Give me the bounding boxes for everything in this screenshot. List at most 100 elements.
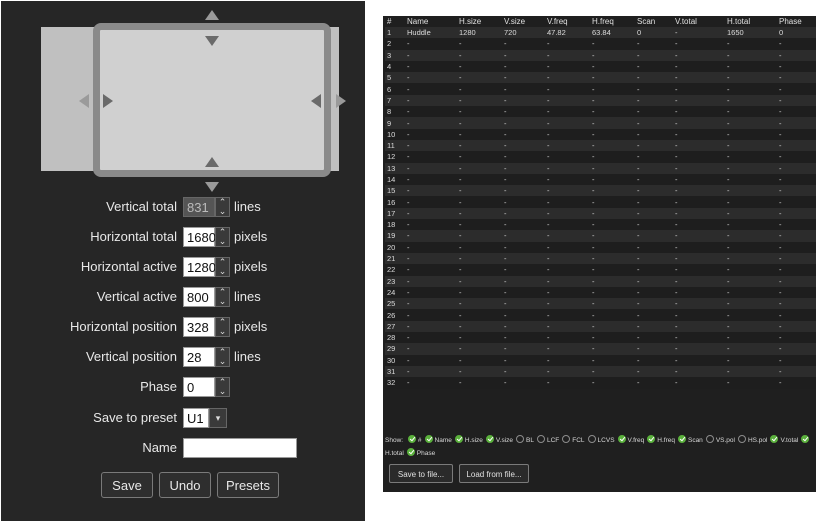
move-down-inner-arrow-icon[interactable]	[205, 36, 219, 46]
move-left-inner-arrow-icon[interactable]	[311, 94, 321, 108]
move-right-inner-arrow-icon[interactable]	[103, 94, 113, 108]
column-header[interactable]: Phase	[777, 16, 816, 27]
checkbox-icon[interactable]	[770, 435, 779, 444]
table-row[interactable]: 5 - - - - - - - - -	[385, 72, 816, 84]
table-row[interactable]: 32 - - - - - - - - -	[385, 377, 816, 389]
table-cell: -	[459, 242, 462, 252]
column-header[interactable]: Name	[405, 16, 457, 27]
save-to-file-button[interactable]: Save to file...	[389, 464, 453, 483]
table-cell: -	[675, 276, 678, 286]
table-row[interactable]: 4 - - - - - - - - -	[385, 60, 816, 73]
checkbox-icon[interactable]	[407, 435, 416, 444]
checkbox-icon[interactable]	[516, 435, 525, 444]
column-header[interactable]: H.total	[725, 16, 777, 27]
vertical-position-input[interactable]: 28	[183, 347, 215, 367]
display-frame[interactable]	[93, 23, 331, 177]
move-up-inner-arrow-icon[interactable]	[205, 157, 219, 167]
checkbox-icon[interactable]	[406, 448, 415, 457]
checkbox-icon[interactable]	[424, 435, 433, 444]
vertical-active-input[interactable]: 800	[183, 287, 215, 307]
table-row[interactable]: 25 - - - - - - - - -	[385, 298, 816, 310]
table-cell: -	[592, 208, 595, 218]
table-row[interactable]: 6 - - - - - - - - -	[385, 83, 816, 95]
column-header[interactable]: V.total	[673, 16, 725, 27]
horizontal-total-input[interactable]: 1680	[183, 227, 216, 247]
table-row[interactable]: 21 - - - - - - - - -	[385, 252, 816, 265]
phase-input[interactable]: 0	[183, 377, 215, 397]
table-row[interactable]: 26 - - - - - - - - -	[385, 309, 816, 321]
spinner-icon[interactable]: ⌃ ⌄	[215, 317, 230, 337]
move-right-outer-arrow-icon[interactable]	[336, 94, 346, 108]
table-row[interactable]: 11 - - - - - - - - -	[385, 139, 816, 152]
table-cell: -	[407, 367, 410, 377]
checkbox-icon[interactable]	[801, 435, 810, 444]
table-row[interactable]: 3 - - - - - - - - -	[385, 49, 816, 61]
table-cell: -	[459, 62, 462, 72]
table-row[interactable]: 27 - - - - - - - - -	[385, 320, 816, 333]
table-cell: -	[592, 175, 595, 184]
preset-select[interactable]: U1	[183, 408, 209, 428]
field-label: Name	[142, 440, 177, 455]
column-header[interactable]: V.size	[502, 16, 545, 27]
table-row[interactable]: 18 - - - - - - - - -	[385, 219, 816, 231]
table-row[interactable]: 1 Huddle 1280 720 47.82 63.84 0 - 1650 0	[385, 27, 816, 39]
checkbox-icon[interactable]	[647, 435, 656, 444]
table-row[interactable]: 15 - - - - - - - - -	[385, 185, 816, 197]
load-from-file-button[interactable]: Load from file...	[459, 464, 529, 483]
table-cell: -	[459, 299, 462, 309]
table-row[interactable]: 8 - - - - - - - - -	[385, 106, 816, 118]
table-row[interactable]: 19 - - - - - - - - -	[385, 230, 816, 242]
spinner-icon[interactable]: ⌃ ⌄	[215, 377, 230, 397]
table-row[interactable]: 31 - - - - - - - - -	[385, 365, 816, 378]
table-row[interactable]: 2 - - - - - - - - -	[385, 38, 816, 50]
table-cell: -	[727, 175, 730, 184]
undo-button[interactable]: Undo	[159, 472, 211, 498]
column-header[interactable]: H.freq	[590, 16, 635, 27]
table-row[interactable]: 9 - - - - - - - - -	[385, 117, 816, 129]
checkbox-icon[interactable]	[454, 435, 463, 444]
table-row[interactable]: 24 - - - - - - - - -	[385, 286, 816, 299]
horizontal-active-input[interactable]: 1280	[183, 257, 216, 277]
presets-button[interactable]: Presets	[217, 472, 279, 498]
column-header[interactable]: V.freq	[545, 16, 590, 27]
table-row[interactable]: 7 - - - - - - - - -	[385, 94, 816, 107]
checkbox-icon[interactable]	[485, 435, 494, 444]
table-row[interactable]: 30 - - - - - - - - -	[385, 354, 816, 366]
column-header[interactable]: H.size	[457, 16, 502, 27]
save-button[interactable]: Save	[101, 472, 153, 498]
checkbox-icon[interactable]	[562, 435, 571, 444]
checkbox-icon[interactable]	[617, 435, 626, 444]
table-row[interactable]: 22 - - - - - - - - -	[385, 264, 816, 276]
table-cell: -	[779, 118, 782, 128]
table-cell: -	[592, 107, 595, 117]
spinner-icon[interactable]: ⌃ ⌄	[215, 257, 230, 277]
checkbox-icon[interactable]	[587, 435, 596, 444]
chevron-down-icon[interactable]: ▾	[209, 408, 227, 428]
move-up-outer-arrow-icon[interactable]	[205, 10, 219, 20]
checkbox-icon[interactable]	[705, 435, 714, 444]
table-cell: -	[727, 231, 730, 241]
table-row[interactable]: 28 - - - - - - - - -	[385, 332, 816, 344]
table-row[interactable]: 23 - - - - - - - - -	[385, 275, 816, 287]
spinner-icon[interactable]: ⌃ ⌄	[215, 347, 230, 367]
table-row[interactable]: 29 - - - - - - - - -	[385, 343, 816, 355]
checkbox-icon[interactable]	[677, 435, 686, 444]
table-row[interactable]: 12 - - - - - - - - -	[385, 151, 816, 163]
checkbox-icon[interactable]	[536, 435, 545, 444]
name-input[interactable]	[183, 438, 297, 458]
table-row[interactable]: 13 - - - - - - - - -	[385, 162, 816, 174]
table-row[interactable]: 14 - - - - - - - - -	[385, 173, 816, 186]
move-down-outer-arrow-icon[interactable]	[205, 182, 219, 192]
column-header[interactable]: Scan	[635, 16, 673, 27]
checkbox-icon[interactable]	[737, 435, 746, 444]
horizontal-position-input[interactable]: 328	[183, 317, 215, 337]
table-row[interactable]: 17 - - - - - - - - -	[385, 207, 816, 220]
table-row[interactable]: 20 - - - - - - - - -	[385, 241, 816, 253]
spinner-icon[interactable]: ⌃ ⌄	[215, 287, 230, 307]
column-header[interactable]: #	[385, 16, 405, 27]
spinner-icon[interactable]: ⌃ ⌄	[215, 227, 230, 247]
table-row[interactable]: 16 - - - - - - - - -	[385, 196, 816, 208]
table-row[interactable]: 10 - - - - - - - - -	[385, 128, 816, 140]
move-left-outer-arrow-icon[interactable]	[79, 94, 89, 108]
table-cell: -	[779, 287, 782, 297]
